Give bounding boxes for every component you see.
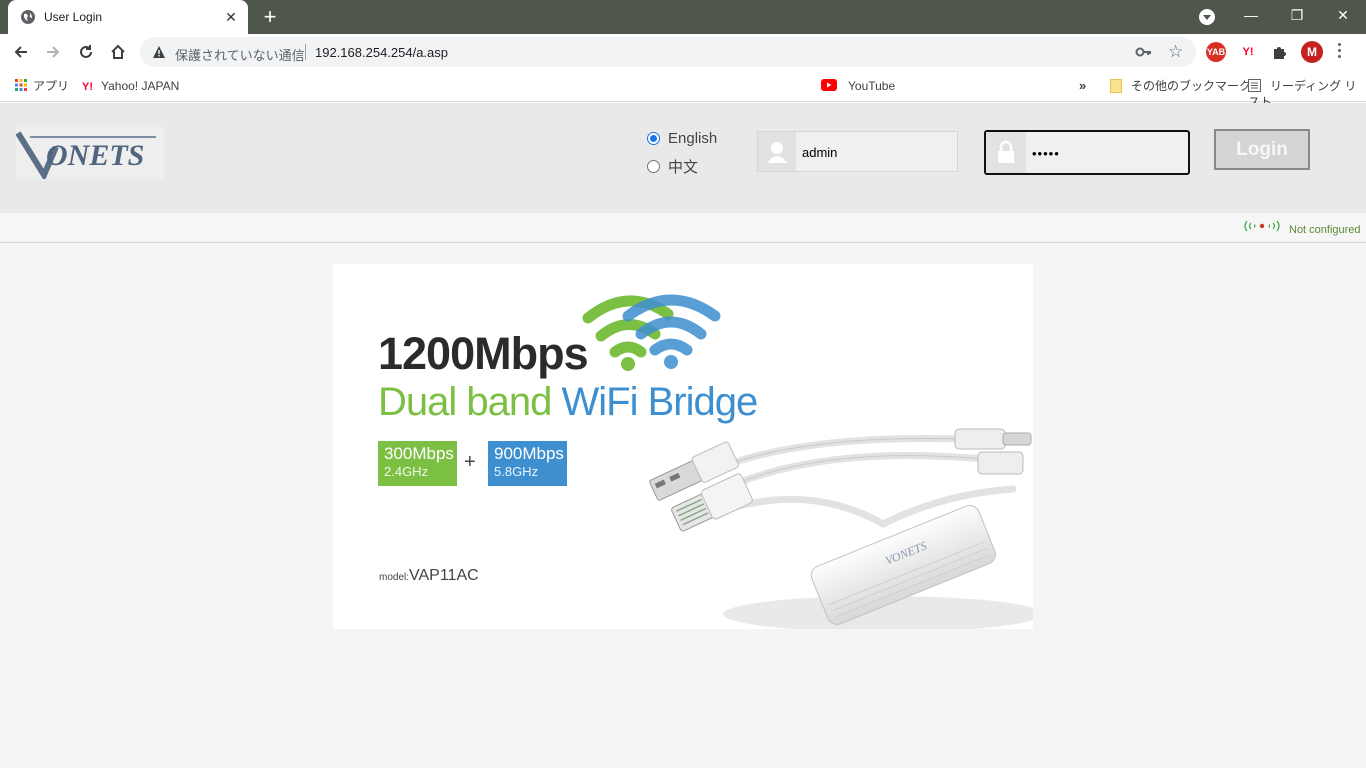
band-chip-24ghz: 300Mbps 2.4GHz: [378, 441, 457, 486]
extensions-puzzle-icon[interactable]: [1270, 42, 1290, 62]
minimize-button[interactable]: —: [1236, 5, 1266, 25]
band2-frequency: 5.8GHz: [494, 464, 539, 479]
url-text[interactable]: 192.168.254.254/a.asp: [315, 45, 448, 60]
browser-tab-bar: User Login ✕ + — ❐ ✕: [0, 0, 1366, 34]
new-tab-button[interactable]: +: [258, 5, 282, 29]
chinese-label: 中文: [668, 159, 699, 176]
bookmark-apps[interactable]: アプリ: [15, 78, 69, 94]
omnibox-divider: [305, 44, 306, 60]
model-info: model:VAP11AC: [379, 567, 479, 585]
close-window-button[interactable]: ✕: [1328, 5, 1358, 25]
globe-icon: [21, 10, 35, 24]
chinese-radio[interactable]: [647, 160, 660, 173]
back-arrow-icon: [14, 46, 27, 58]
forward-arrow-icon: [47, 46, 60, 58]
band1-speed: 300Mbps: [384, 444, 454, 463]
address-bar[interactable]: 保護されていない通信 192.168.254.254/a.asp ☆: [140, 37, 1196, 67]
bookmarks-bar: アプリ Y! Yahoo! JAPAN YouTube » その他のブックマーク …: [0, 70, 1366, 109]
user-icon: [758, 132, 796, 171]
connection-status-text: Not configured: [1289, 224, 1361, 236]
bookmark-youtube[interactable]: YouTube: [821, 78, 895, 94]
bookmark-youtube-label: YouTube: [848, 79, 896, 93]
tab-search-icon[interactable]: [1199, 9, 1215, 25]
router-login-header: ONETS English 中文 Login: [0, 103, 1366, 213]
home-button[interactable]: [106, 40, 130, 64]
security-status-text[interactable]: 保護されていない通信: [175, 45, 305, 64]
tab-user-login[interactable]: User Login ✕: [8, 0, 248, 34]
banner-speed-headline: 1200Mbps: [378, 328, 589, 379]
folder-icon: [1110, 79, 1122, 93]
bookmark-yahoo-label: Yahoo! JAPAN: [101, 79, 180, 93]
tab-title: User Login: [44, 10, 103, 24]
key-icon[interactable]: [1135, 44, 1153, 60]
bookmark-star-icon[interactable]: ☆: [1168, 42, 1183, 62]
forward-button[interactable]: [41, 40, 65, 64]
product-device-image: VONETS: [649, 428, 1033, 629]
password-input[interactable]: [1032, 144, 1182, 162]
username-field[interactable]: [757, 131, 958, 172]
yab-extension-icon[interactable]: YAB: [1206, 42, 1226, 62]
lock-icon: [986, 132, 1026, 173]
chrome-menu-icon[interactable]: [1338, 43, 1342, 61]
wifi-logo-icon: [582, 294, 721, 371]
back-button[interactable]: [9, 40, 33, 64]
profile-avatar[interactable]: M: [1301, 41, 1323, 63]
status-row: Not configured: [0, 213, 1366, 243]
tab-close-icon[interactable]: ✕: [222, 8, 240, 26]
bookmark-other-folder[interactable]: その他のブックマーク: [1110, 78, 1251, 94]
model-label: model:: [379, 572, 410, 583]
reload-icon: [80, 45, 92, 58]
reading-list-icon: [1248, 79, 1261, 92]
username-input[interactable]: [802, 143, 952, 161]
band2-speed: 900Mbps: [494, 444, 564, 463]
yahoo-extension-icon[interactable]: Y!: [1238, 42, 1258, 62]
language-option-english[interactable]: English: [647, 130, 717, 147]
login-button[interactable]: Login: [1214, 129, 1310, 170]
model-value: VAP11AC: [409, 567, 479, 584]
reload-button[interactable]: [74, 40, 98, 64]
english-label: English: [668, 130, 718, 147]
svg-text:ONETS: ONETS: [46, 139, 144, 172]
home-icon: [111, 44, 125, 59]
band-plus-sign: +: [464, 451, 476, 473]
band-chip-58ghz: 900Mbps 5.8GHz: [488, 441, 567, 486]
vonets-logo: ONETS: [15, 127, 164, 182]
bookmarks-overflow-chevron-icon[interactable]: »: [1079, 78, 1086, 94]
bookmark-other-label: その他のブックマーク: [1131, 79, 1252, 93]
restore-button[interactable]: ❐: [1282, 5, 1312, 25]
password-field[interactable]: [984, 130, 1190, 175]
reading-list-button[interactable]: リーディング リスト: [1248, 78, 1366, 109]
banner-subtitle-green: Dual band: [378, 380, 552, 424]
english-radio[interactable]: [647, 132, 660, 145]
bookmark-apps-label: アプリ: [33, 79, 70, 93]
warning-icon[interactable]: [152, 45, 166, 59]
bookmark-yahoo[interactable]: Y! Yahoo! JAPAN: [82, 78, 179, 94]
wifi-signal-status-icon: [1244, 220, 1280, 232]
youtube-icon: [821, 79, 837, 91]
language-option-chinese[interactable]: 中文: [647, 156, 698, 177]
apps-grid-icon: [15, 79, 27, 91]
product-banner: 1200Mbps Dual band WiFi Bridge 300Mbps 2…: [333, 264, 1033, 629]
yahoo-favicon-icon: Y!: [82, 81, 93, 93]
band1-frequency: 2.4GHz: [384, 464, 429, 479]
puzzle-icon: [1274, 47, 1286, 59]
browser-toolbar: 保護されていない通信 192.168.254.254/a.asp ☆ YAB Y…: [0, 34, 1366, 70]
vonets-logo-mark: ONETS: [15, 131, 156, 182]
